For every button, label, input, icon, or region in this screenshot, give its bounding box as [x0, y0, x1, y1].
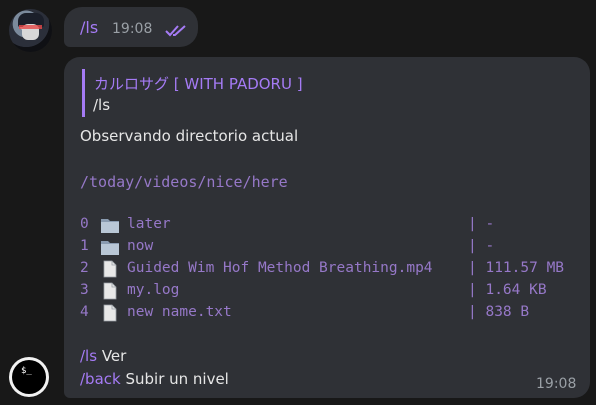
entry-size: | - [468, 238, 495, 254]
outgoing-command: /ls [80, 18, 99, 37]
reply-quote[interactable]: カルロサグ [ WITH PADORU ] /ls [82, 69, 325, 117]
file-icon [100, 282, 120, 300]
entry-size: | 1.64 KB [468, 282, 547, 298]
command-ls-link[interactable]: /ls [80, 347, 97, 365]
reply-text: /ls [93, 96, 111, 114]
file-icon [100, 260, 120, 278]
command-back-description: Subir un nivel [120, 370, 229, 388]
entry-name: Guided Wim Hof Method Breathing.mp4 [127, 260, 433, 276]
outgoing-message-bubble[interactable]: /ls 19:08 [64, 7, 198, 47]
command-back-line: /back Subir un nivel [80, 370, 229, 388]
entry-index: 0 [80, 216, 89, 232]
current-path: /today/videos/nice/here [80, 173, 288, 191]
double-check-icon [165, 23, 189, 37]
file-icon [100, 304, 120, 322]
entry-name: my.log [127, 282, 180, 298]
command-ls-description: Ver [97, 347, 127, 365]
reply-author-name: カルロサグ [ WITH PADORU ] [94, 75, 303, 93]
entry-name: later [127, 216, 171, 232]
message-title: Observando directorio actual [80, 127, 299, 145]
entry-size: | 111.57 MB [468, 260, 565, 276]
bot-message-time: 19:08 [536, 376, 577, 392]
entry-name: new name.txt [127, 304, 232, 320]
folder-icon [100, 216, 120, 234]
user-avatar[interactable] [9, 9, 52, 52]
entry-index: 4 [80, 304, 89, 320]
terminal-avatar[interactable]: $_ [9, 357, 49, 397]
entry-index: 1 [80, 238, 89, 254]
folder-icon [100, 238, 120, 256]
entry-size: | - [468, 216, 495, 232]
entry-index: 2 [80, 260, 89, 276]
terminal-symbol: $_ [21, 366, 32, 376]
avatar-band [19, 25, 42, 29]
entry-name: now [127, 238, 154, 254]
entry-size: | 838 B [468, 304, 530, 320]
command-ls-line: /ls Ver [80, 347, 126, 365]
outgoing-time: 19:08 [112, 21, 153, 37]
entry-index: 3 [80, 282, 89, 298]
command-back-link[interactable]: /back [80, 370, 121, 388]
